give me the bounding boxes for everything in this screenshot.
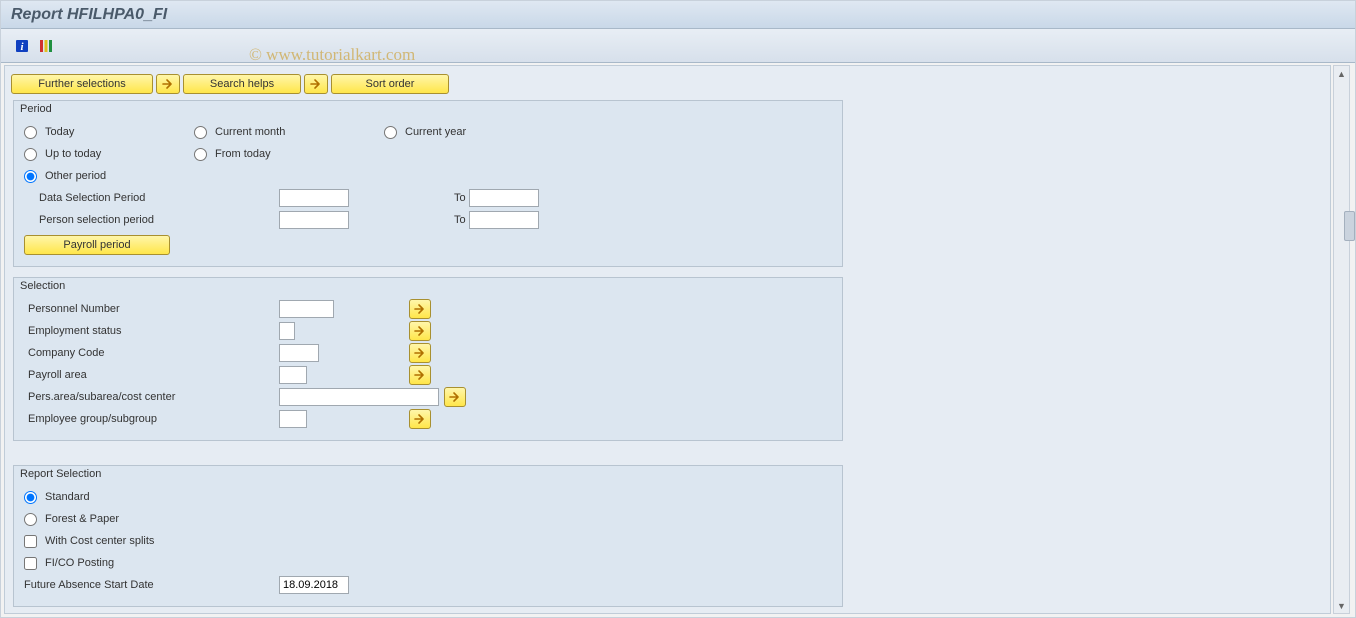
sort-order-arrow-button[interactable] bbox=[304, 74, 328, 94]
search-helps-label: Search helps bbox=[210, 78, 274, 90]
vertical-scrollbar[interactable]: ▲ ▼ bbox=[1333, 65, 1350, 614]
arrow-right-icon bbox=[309, 77, 323, 91]
radio-today[interactable]: Today bbox=[24, 126, 194, 139]
radio-forest-paper[interactable]: Forest & Paper bbox=[24, 513, 119, 526]
scroll-down-button[interactable]: ▼ bbox=[1334, 598, 1349, 613]
data-selection-period-to-input[interactable] bbox=[469, 189, 539, 207]
employee-group-label: Employee group/subgroup bbox=[24, 413, 279, 425]
payroll-area-input[interactable] bbox=[279, 366, 307, 384]
future-absence-input[interactable] bbox=[279, 576, 349, 594]
radio-from-today[interactable]: From today bbox=[194, 148, 384, 161]
search-helps-button[interactable]: Search helps bbox=[183, 74, 301, 94]
page-title: Report HFILHPA0_FI bbox=[11, 6, 167, 24]
employment-status-label: Employment status bbox=[24, 325, 279, 337]
data-selection-period-from-input[interactable] bbox=[279, 189, 349, 207]
scroll-up-button[interactable]: ▲ bbox=[1334, 66, 1349, 81]
company-code-input[interactable] bbox=[279, 344, 319, 362]
arrow-right-icon bbox=[413, 324, 427, 338]
further-selections-label: Further selections bbox=[38, 78, 125, 90]
personnel-number-multi-button[interactable] bbox=[409, 299, 431, 319]
person-selection-period-label: Person selection period bbox=[24, 214, 279, 226]
arrow-right-icon bbox=[413, 302, 427, 316]
chevron-down-icon: ▼ bbox=[1337, 601, 1346, 611]
sort-order-label: Sort order bbox=[366, 78, 415, 90]
radio-current-year[interactable]: Current year bbox=[384, 126, 554, 139]
personnel-number-label: Personnel Number bbox=[24, 303, 279, 315]
pers-area-input[interactable] bbox=[279, 388, 439, 406]
arrow-right-icon bbox=[413, 412, 427, 426]
arrow-right-icon bbox=[413, 346, 427, 360]
search-helps-arrow-button[interactable] bbox=[156, 74, 180, 94]
chevron-up-icon: ▲ bbox=[1337, 69, 1346, 79]
payroll-period-label: Payroll period bbox=[63, 239, 130, 251]
title-bar: Report HFILHPA0_FI bbox=[1, 1, 1355, 29]
selection-group-label: Selection bbox=[20, 280, 65, 292]
radio-up-to-today[interactable]: Up to today bbox=[24, 148, 194, 161]
radio-standard[interactable]: Standard bbox=[24, 491, 90, 504]
person-selection-period-from-input[interactable] bbox=[279, 211, 349, 229]
arrow-right-icon bbox=[161, 77, 175, 91]
company-code-label: Company Code bbox=[24, 347, 279, 359]
action-button-row: Further selections Search helps Sort ord… bbox=[5, 66, 1330, 100]
radio-current-month[interactable]: Current month bbox=[194, 126, 384, 139]
content-area: Further selections Search helps Sort ord… bbox=[4, 65, 1331, 614]
company-code-multi-button[interactable] bbox=[409, 343, 431, 363]
employee-group-multi-button[interactable] bbox=[409, 409, 431, 429]
further-selections-button[interactable]: Further selections bbox=[11, 74, 153, 94]
payroll-area-multi-button[interactable] bbox=[409, 365, 431, 385]
info-icon[interactable]: i bbox=[13, 37, 31, 55]
report-selection-group-label: Report Selection bbox=[20, 468, 101, 480]
arrow-right-icon bbox=[448, 390, 462, 404]
sort-order-button[interactable]: Sort order bbox=[331, 74, 449, 94]
payroll-period-button[interactable]: Payroll period bbox=[24, 235, 170, 255]
period-group: Period Today Current month Current year … bbox=[13, 100, 843, 267]
report-selection-group: Report Selection Standard Forest & Paper… bbox=[13, 465, 843, 607]
future-absence-label: Future Absence Start Date bbox=[24, 579, 279, 591]
pers-area-multi-button[interactable] bbox=[444, 387, 466, 407]
personnel-number-input[interactable] bbox=[279, 300, 334, 318]
person-selection-period-to-input[interactable] bbox=[469, 211, 539, 229]
columns-icon[interactable] bbox=[37, 37, 55, 55]
to-label-2: To bbox=[349, 214, 469, 226]
radio-other-period[interactable]: Other period bbox=[24, 170, 194, 183]
employment-status-multi-button[interactable] bbox=[409, 321, 431, 341]
selection-group: Selection Personnel Number Employment st… bbox=[13, 277, 843, 441]
pers-area-label: Pers.area/subarea/cost center bbox=[24, 391, 279, 403]
data-selection-period-label: Data Selection Period bbox=[24, 192, 279, 204]
payroll-area-label: Payroll area bbox=[24, 369, 279, 381]
period-group-label: Period bbox=[20, 103, 52, 115]
employment-status-input[interactable] bbox=[279, 322, 295, 340]
toolbar: i bbox=[1, 29, 1355, 63]
employee-group-input[interactable] bbox=[279, 410, 307, 428]
arrow-right-icon bbox=[413, 368, 427, 382]
checkbox-cc-splits[interactable]: With Cost center splits bbox=[24, 535, 154, 548]
scroll-grip[interactable] bbox=[1344, 211, 1355, 241]
to-label-1: To bbox=[349, 192, 469, 204]
checkbox-fico-posting[interactable]: FI/CO Posting bbox=[24, 557, 114, 570]
